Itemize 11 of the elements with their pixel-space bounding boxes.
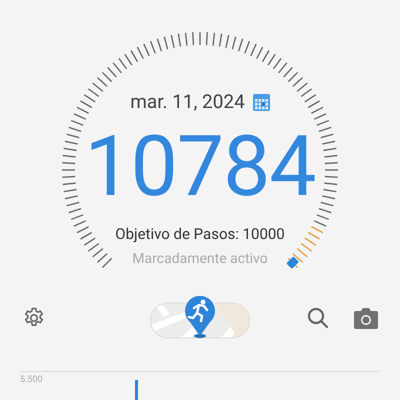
chart-bar [135, 380, 138, 400]
step-count: 10784 [84, 124, 316, 208]
calendar-icon[interactable] [252, 94, 270, 111]
camera-icon[interactable] [354, 306, 378, 328]
date-label: mar. 11, 2024 [130, 89, 245, 115]
search-icon[interactable] [306, 306, 330, 330]
axis-label: 5.500 [20, 374, 43, 387]
step-goal: Objetivo de Pasos: 10000 [115, 224, 285, 244]
running-pin-icon [185, 295, 215, 338]
activity-status: Marcadamente activo [132, 250, 268, 269]
gauge-marker [286, 256, 299, 269]
